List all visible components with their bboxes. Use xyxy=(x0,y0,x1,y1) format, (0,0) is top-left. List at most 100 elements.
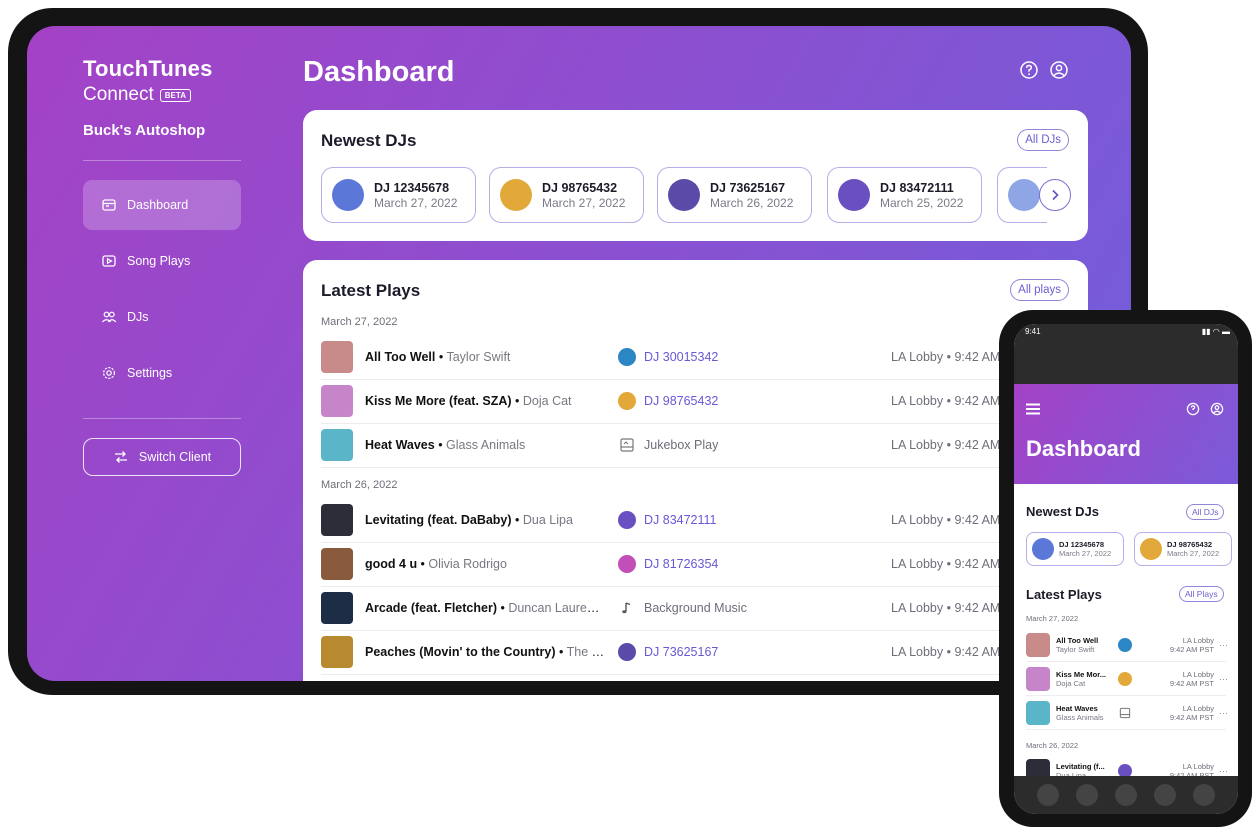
song-title: Heat Waves xyxy=(1056,703,1098,713)
music-note-icon xyxy=(622,602,631,614)
play-source[interactable]: DJ 30015342 xyxy=(618,348,718,366)
play-row[interactable]: Kiss Me Mor... Doja Cat LA Lobby 9:42 AM P… xyxy=(1026,662,1228,696)
play-time: 9:42 AM PST xyxy=(1169,678,1214,688)
song-artist: Doja Cat xyxy=(522,394,572,408)
play-source[interactable]: DJ 81726354 xyxy=(618,555,718,573)
tab-button[interactable] xyxy=(1114,784,1137,806)
play-row[interactable]: All Too Well Taylor Swift LA Lobby 9:42 AM… xyxy=(1026,628,1228,662)
song-artist: Doja Cat xyxy=(1056,678,1086,688)
play-source: Jukebox Play xyxy=(618,436,718,454)
jukebox-icon xyxy=(620,438,634,452)
song-info: Arcade (feat. Fletcher) • Duncan Laurenc… xyxy=(365,601,605,615)
play-location: LA Lobby 9:42 AM PST xyxy=(1154,670,1214,688)
tab-button[interactable] xyxy=(1075,784,1098,806)
dj-avatar xyxy=(1118,671,1132,686)
hamburger-menu-icon[interactable] xyxy=(1026,403,1040,415)
play-location: LA Lobby • 9:42 AM P xyxy=(891,513,1013,527)
tab-button[interactable] xyxy=(1154,784,1177,806)
latest-plays-card: Latest Plays All plays March 27, 2022 Al… xyxy=(303,260,1091,681)
dj-date: March 25, 2022 xyxy=(880,195,964,210)
location-name: LA Lobby xyxy=(1182,635,1214,645)
album-art xyxy=(1026,666,1050,691)
play-row[interactable]: Kiss Me More (feat. SZA) • Doja Cat DJ 9… xyxy=(321,379,1091,424)
song-title: Arcade (feat. Fletcher) xyxy=(365,601,497,615)
location-name: LA Lobby xyxy=(1182,669,1214,679)
page-title: Dashboard xyxy=(303,56,455,88)
phone-bottom-bar xyxy=(1014,776,1238,814)
sidebar-item-djs[interactable]: DJs xyxy=(83,292,241,342)
play-source[interactable]: DJ 98765432 xyxy=(618,392,718,410)
brand-logo[interactable]: TouchTunes Connect BETA xyxy=(83,56,213,106)
play-row[interactable]: Peaches (Movin' to the Country) • The Pr… xyxy=(321,630,1091,675)
play-row[interactable]: Levitating (feat. DaBaby) • Dua Lipa DJ … xyxy=(321,498,1091,543)
page-title: Dashboard xyxy=(1026,436,1141,461)
song-artist: Glass Animals xyxy=(446,438,526,452)
dj-avatar xyxy=(618,555,636,573)
plays-date-heading: March 27, 2022 xyxy=(321,316,398,328)
all-plays-button[interactable]: All plays xyxy=(1010,279,1069,301)
tab-button[interactable] xyxy=(1193,784,1216,806)
account-icon[interactable] xyxy=(1210,402,1224,416)
beta-badge: BETA xyxy=(159,88,191,102)
dj-date: March 26, 2022 xyxy=(710,195,794,210)
dj-card[interactable]: DJ 73625167 March 26, 2022 xyxy=(657,167,812,223)
dj-card[interactable]: DJ 12345678 March 27, 2022 xyxy=(1026,532,1124,566)
source-label: DJ 81726354 xyxy=(644,557,719,571)
dj-card[interactable]: DJ 12345678 March 27, 2022 xyxy=(321,167,476,223)
newest-djs-card: Newest DJs All DJs DJ 12345678 March 27, … xyxy=(303,110,1088,241)
dj-card[interactable]: DJ 98765432 March 27, 2022 xyxy=(489,167,644,223)
album-art xyxy=(321,385,353,417)
plays-date-heading: March 26, 2022 xyxy=(1026,741,1079,750)
brand-name: TouchTunes xyxy=(83,56,213,81)
play-row[interactable]: good 4 u • Olivia Rodrigo DJ 81726354 LA… xyxy=(321,542,1091,587)
help-icon[interactable] xyxy=(1019,60,1039,80)
song-artist: Dua Lipa xyxy=(522,513,573,527)
all-djs-button[interactable]: All DJs xyxy=(1186,504,1225,520)
album-art xyxy=(321,504,353,536)
play-source: Background Music xyxy=(618,599,747,617)
more-options-icon[interactable]: ··· xyxy=(1219,640,1228,650)
play-source[interactable]: DJ 73625167 xyxy=(618,643,718,661)
all-djs-button[interactable]: All DJs xyxy=(1017,129,1069,151)
dj-name: DJ 12345678 xyxy=(1059,540,1105,549)
song-title: All Too Well xyxy=(1056,635,1099,645)
next-djs-button[interactable] xyxy=(1039,179,1071,211)
account-icon[interactable] xyxy=(1049,60,1069,80)
play-source[interactable]: DJ 83472111 xyxy=(618,511,717,529)
play-location: LA Lobby • 9:42 AM P xyxy=(891,438,1013,452)
play-row[interactable]: Arcade (feat. Fletcher) • Duncan Laurenc… xyxy=(321,586,1091,631)
song-info: Heat Waves • Glass Animals xyxy=(365,438,526,452)
dj-card[interactable]: DJ 98765432 March 27, 2022 xyxy=(1134,532,1232,566)
song-title: Levitating (f... xyxy=(1056,761,1105,771)
song-artist: Olivia Rodrigo xyxy=(428,557,507,571)
play-row[interactable]: Heat Waves Glass Animals LA Lobby 9:42 AM … xyxy=(1026,696,1228,730)
play-row[interactable]: All Too Well • Taylor Swift DJ 30015342 … xyxy=(321,335,1091,380)
users-icon xyxy=(102,311,117,323)
more-options-icon[interactable]: ··· xyxy=(1219,708,1228,718)
all-plays-button[interactable]: All Plays xyxy=(1179,586,1224,602)
album-art xyxy=(1026,700,1050,725)
play-row[interactable]: Heat Waves • Glass Animals Jukebox Play … xyxy=(321,423,1091,468)
song-title: Heat Waves xyxy=(365,438,435,452)
play-location: LA Lobby • 9:42 AM P xyxy=(891,645,1013,659)
more-options-icon[interactable]: ··· xyxy=(1219,766,1228,776)
sidebar-item-song-plays[interactable]: Song Plays xyxy=(83,236,241,286)
play-location: LA Lobby • 9:42 AM P xyxy=(891,557,1013,571)
song-title: Kiss Me More (feat. SZA) xyxy=(365,394,512,408)
gear-icon xyxy=(102,366,116,380)
sidebar-item-dashboard[interactable]: Dashboard xyxy=(83,180,241,230)
play-time: 9:42 AM PST xyxy=(1169,644,1214,654)
sidebar-item-settings[interactable]: Settings xyxy=(83,348,241,398)
dj-avatar xyxy=(1032,538,1054,560)
dj-avatar xyxy=(1118,637,1132,652)
switch-client-button[interactable]: Switch Client xyxy=(83,438,241,476)
tab-button[interactable] xyxy=(1036,784,1059,806)
help-icon[interactable] xyxy=(1186,402,1200,416)
latest-plays-title: Latest Plays xyxy=(321,281,421,300)
song-title: All Too Well xyxy=(365,350,436,364)
play-location: LA Lobby • 9:42 AM P xyxy=(891,394,1013,408)
dj-card[interactable]: DJ 83472111 March 25, 2022 xyxy=(827,167,982,223)
more-options-icon[interactable]: ··· xyxy=(1219,674,1228,684)
brand-product-line: Connect BETA xyxy=(83,84,213,106)
dj-date: March 27, 2022 xyxy=(374,195,458,210)
